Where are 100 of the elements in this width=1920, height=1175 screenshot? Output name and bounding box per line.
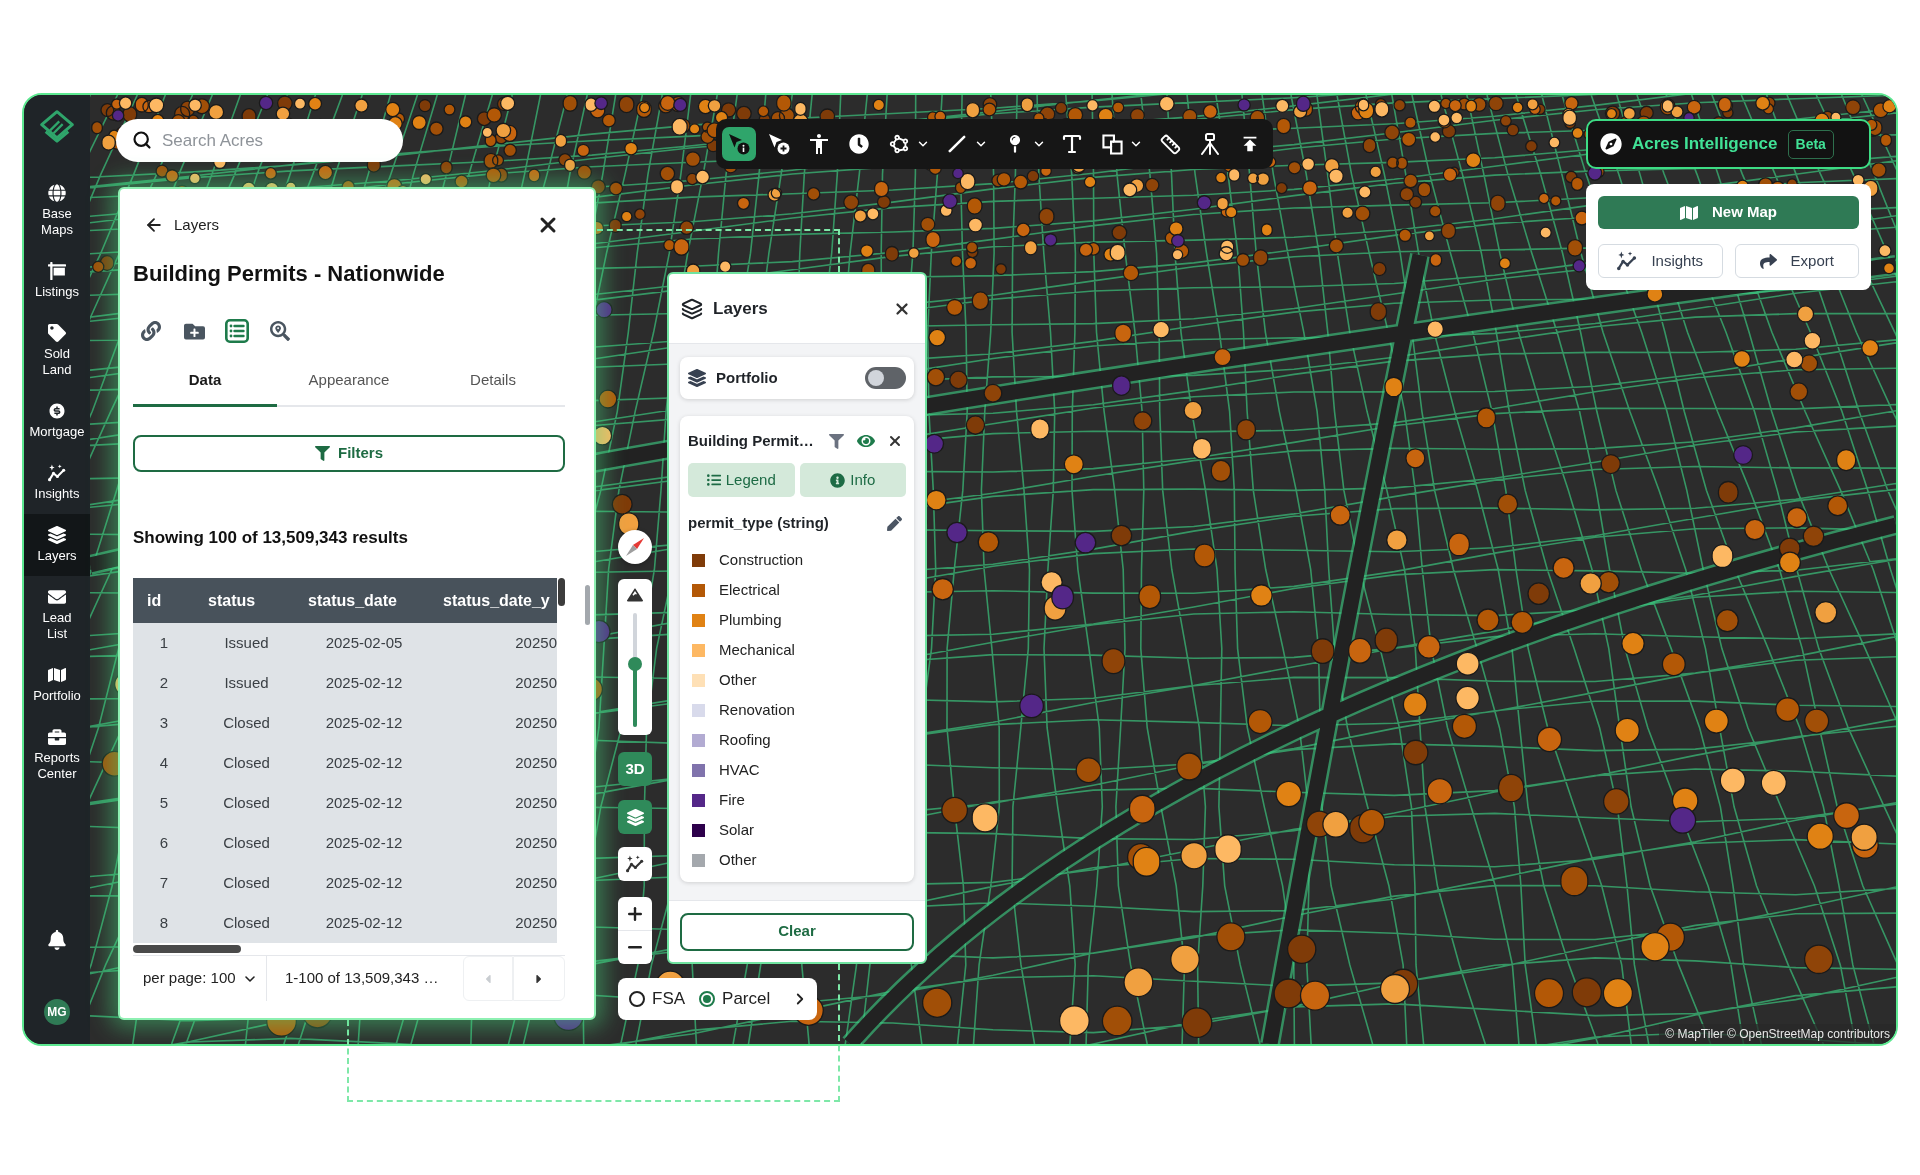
table-cell: 4 [133, 743, 195, 783]
funnel-icon [828, 433, 844, 449]
folded-map-icon [1680, 203, 1698, 222]
3d-toggle-button[interactable]: 3D [618, 752, 652, 786]
slider-thumb[interactable] [628, 657, 642, 672]
export-button[interactable]: Export [1734, 244, 1859, 278]
back-button[interactable]: Layers [133, 213, 220, 237]
sidebar-item[interactable]: Sold Land [24, 312, 90, 390]
sidebar-item[interactable]: Insights [24, 452, 90, 514]
search-field[interactable]: Search Acres [116, 119, 403, 162]
table-cell: 20250 [430, 823, 557, 863]
table-cell: 7 [133, 863, 195, 903]
briefcase-icon [48, 728, 66, 746]
sidebar-item[interactable]: Portfolio [24, 654, 90, 716]
table-cell: 8 [133, 903, 195, 943]
clock-icon [849, 134, 869, 154]
close-icon [887, 433, 903, 449]
insights-button[interactable]: Insights [1598, 244, 1723, 278]
column-header[interactable]: status [195, 578, 298, 623]
portfolio-toggle[interactable] [865, 367, 906, 389]
acres-intelligence-button[interactable]: Acres Intelligence Beta [1586, 119, 1871, 169]
per-page-select[interactable]: per page: 100 [133, 956, 267, 1001]
new-map-button[interactable]: New Map [1598, 196, 1859, 229]
table-cell: Closed [195, 703, 298, 743]
layer-name: Building Permit… [688, 430, 815, 451]
signpost-icon [48, 262, 66, 280]
layer-action-button[interactable] [222, 316, 252, 346]
pagination-range: 1-100 of 13,509,343 … [284, 968, 440, 989]
radio-option[interactable]: FSA [629, 986, 686, 1012]
tab[interactable]: Details [421, 356, 565, 407]
table-cell: Closed [195, 823, 298, 863]
bell-icon[interactable] [47, 930, 67, 950]
sidebar-item[interactable]: Mortgage [24, 390, 90, 452]
tool-button[interactable] [722, 127, 756, 161]
insights-button[interactable] [618, 847, 652, 881]
table-cell: 6 [133, 823, 195, 863]
beta-badge: Beta [1787, 129, 1834, 159]
scrollbar-thumb[interactable] [558, 578, 565, 606]
column-header[interactable]: status_date_y [430, 578, 557, 623]
table-cell: 2025-02-12 [298, 703, 430, 743]
table-cell: Closed [195, 903, 298, 943]
tab[interactable]: Data [133, 356, 277, 407]
radio-option[interactable]: Parcel [699, 986, 771, 1012]
pencil-icon [886, 515, 902, 531]
table-cell: 20250 [430, 623, 557, 663]
legend-button[interactable]: Legend [688, 463, 795, 497]
ruler-icon [1159, 133, 1181, 155]
mountain-icon [627, 587, 643, 603]
column-header[interactable]: id [133, 578, 195, 623]
sidebar-item[interactable]: Reports Center [24, 716, 90, 794]
list-icon [706, 473, 721, 487]
panel-scrollbar-thumb[interactable] [585, 585, 590, 625]
sidebar-item[interactable]: Base Maps [24, 172, 90, 250]
legend-label: HVAC [719, 759, 760, 780]
layers-icon [681, 297, 703, 320]
sidebar-item[interactable]: Layers [24, 514, 90, 576]
sidebar-item[interactable]: Listings [24, 250, 90, 312]
table-cell: 20250 [430, 663, 557, 703]
table-cell: Issued [195, 663, 298, 703]
scrollbar-thumb[interactable] [133, 945, 241, 953]
pitch-slider[interactable] [627, 613, 643, 727]
search-icon [132, 130, 152, 150]
filters-button[interactable]: Filters [133, 435, 565, 472]
column-header[interactable]: status_date [298, 578, 430, 623]
polygon-icon [888, 133, 910, 155]
table-cell: 2025-02-12 [298, 863, 430, 903]
table-cell: 2025-02-12 [298, 663, 430, 703]
panel-title: Building Permits - Nationwide [133, 260, 446, 288]
envelope-icon [48, 588, 66, 606]
legend-label: Plumbing [719, 609, 782, 630]
link-icon [141, 321, 161, 341]
table-cell: Closed [195, 783, 298, 823]
layers-button[interactable] [618, 800, 652, 834]
shapes-icon [1101, 133, 1123, 155]
legend-label: Other [719, 669, 757, 690]
table-cell: 2025-02-12 [298, 743, 430, 783]
sidebar-item[interactable]: Lead List [24, 576, 90, 654]
clear-button[interactable]: Clear [680, 912, 914, 951]
legend-label: Construction [719, 549, 804, 570]
dollar-coin-icon [48, 402, 66, 420]
minus-icon [628, 946, 642, 949]
table-cell: 2 [133, 663, 195, 703]
user-avatar[interactable]: MG [44, 999, 70, 1025]
table-cell: 20250 [430, 863, 557, 903]
magnifier-pin-icon [270, 321, 290, 341]
cursor-plus-icon [768, 133, 790, 155]
layers-icon [48, 526, 66, 544]
info-button[interactable]: Info [799, 463, 906, 497]
layers-icon [688, 369, 706, 387]
panel-title: Layers [713, 297, 768, 320]
table-cell: 5 [133, 783, 195, 823]
sparkle-chart-icon [626, 855, 644, 873]
table-cell: 2025-02-12 [298, 783, 430, 823]
cursor-info-icon [728, 133, 750, 155]
plus-icon [628, 906, 642, 921]
tab[interactable]: Appearance [277, 356, 421, 407]
legend-label: Fire [719, 789, 745, 810]
logo-icon[interactable] [40, 110, 74, 144]
table-cell: 2025-02-12 [298, 903, 430, 943]
legend-label: Renovation [719, 699, 795, 720]
